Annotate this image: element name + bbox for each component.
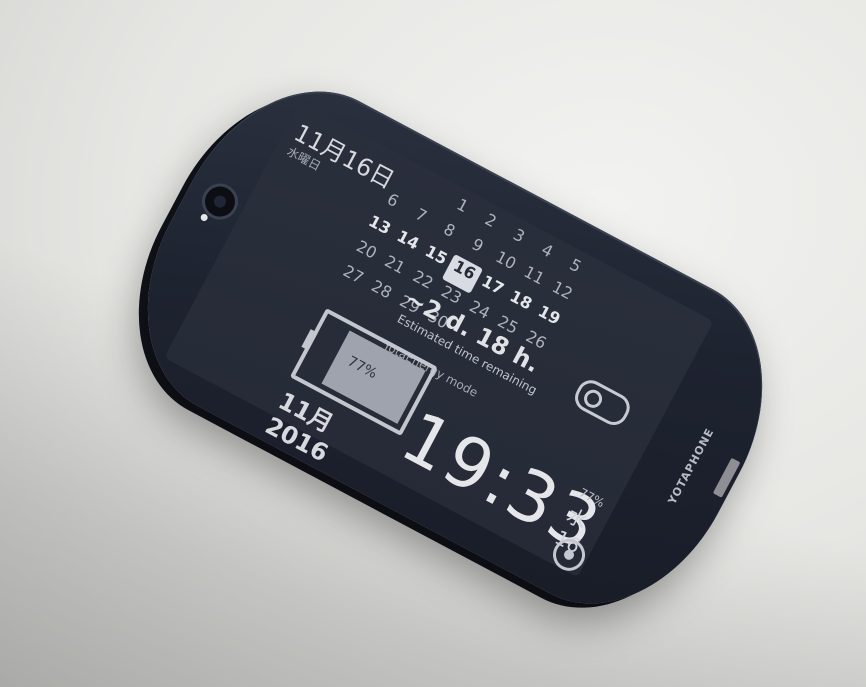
toggle-icon[interactable] xyxy=(570,375,635,430)
brand-logo: YOTAPHONE xyxy=(665,425,717,507)
